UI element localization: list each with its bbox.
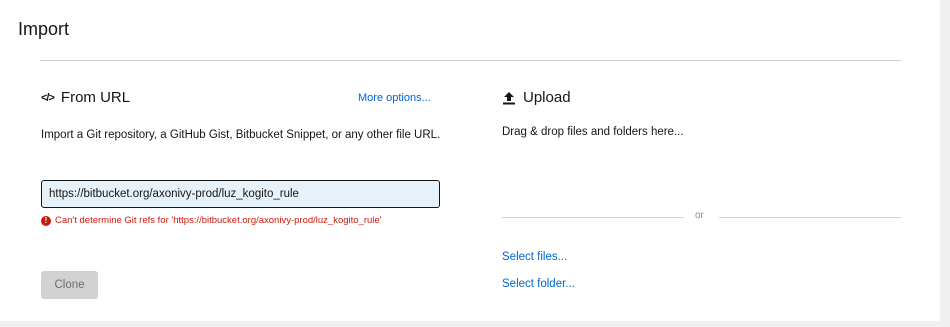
select-folder-link[interactable]: Select folder... <box>502 278 575 290</box>
or-separator: or <box>502 210 901 224</box>
drop-zone-text[interactable]: Drag & drop files and folders here... <box>502 126 684 138</box>
select-files-link[interactable]: Select files... <box>502 251 567 263</box>
or-line-right <box>719 217 901 218</box>
page-title: Import <box>18 19 70 39</box>
upload-icon <box>502 91 516 105</box>
upload-heading: Upload <box>502 89 571 106</box>
title-divider <box>40 60 901 61</box>
from-url-label: From URL <box>60 89 131 106</box>
from-url-heading: </> From URL <box>41 89 130 106</box>
code-icon: </> <box>41 91 55 104</box>
more-options-link[interactable]: More options... <box>358 92 431 104</box>
import-panel: Import </> From URL More options... Impo… <box>0 0 940 321</box>
from-url-description: Import a Git repository, a GitHub Gist, … <box>41 129 441 141</box>
error-icon: ! <box>41 215 51 226</box>
url-error-message: ! Can't determine Git refs for 'https://… <box>41 215 382 226</box>
or-line-left <box>502 217 684 218</box>
url-input[interactable] <box>41 180 440 208</box>
or-text: or <box>695 210 704 221</box>
error-text: Can't determine Git refs for 'https://bi… <box>55 215 382 226</box>
upload-label: Upload <box>523 89 571 106</box>
clone-button[interactable]: Clone <box>41 271 98 299</box>
